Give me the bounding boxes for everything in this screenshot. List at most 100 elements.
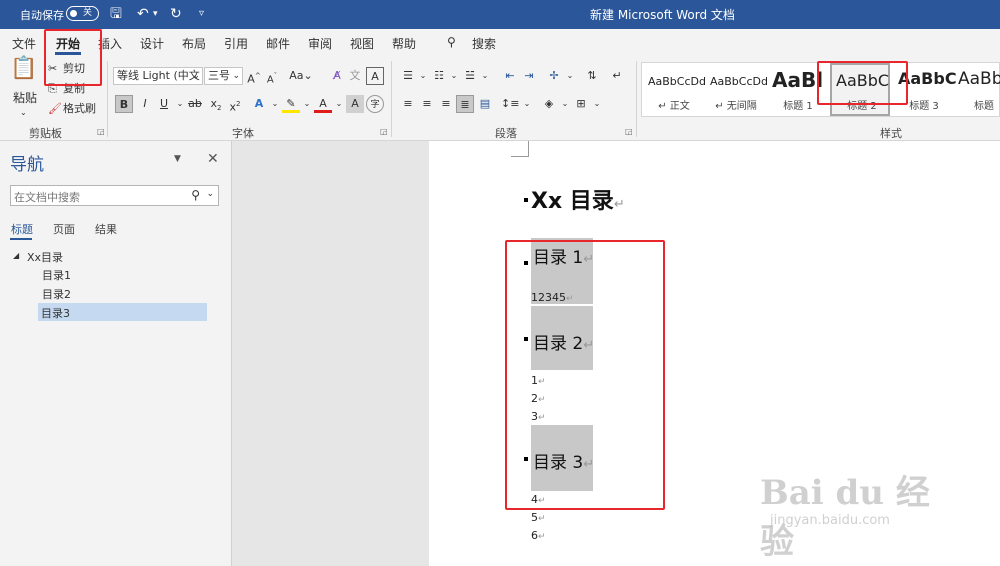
change-case-button[interactable]: Aa⌄ bbox=[289, 67, 313, 85]
document-title: 新建 Microsoft Word 文档 bbox=[590, 8, 735, 22]
heading-1[interactable]: Xx 目录↵ bbox=[531, 183, 625, 215]
chevron-down-icon[interactable]: ⌄ bbox=[206, 189, 214, 199]
body-line[interactable]: 5↵ bbox=[531, 511, 546, 524]
customize-toolbar-icon[interactable]: ▿ bbox=[199, 5, 204, 23]
nav-tab-headings[interactable]: 标题 bbox=[11, 221, 33, 237]
undo-icon[interactable]: ↶ bbox=[137, 5, 149, 23]
pane-options-icon[interactable]: ▼ bbox=[174, 154, 181, 164]
autosave-state: 关 bbox=[83, 8, 93, 18]
chinese-layout-dropdown-icon[interactable]: ⌄ bbox=[561, 67, 579, 85]
tell-me-search-icon[interactable]: ⚲ bbox=[447, 35, 456, 49]
heading-marker bbox=[524, 198, 528, 202]
chevron-down-icon: ⌄ bbox=[192, 71, 200, 81]
italic-icon[interactable]: I bbox=[136, 95, 154, 113]
paste-button[interactable]: 粘贴 bbox=[13, 90, 37, 106]
font-size-dropdown[interactable]: 三号 ⌄ bbox=[204, 67, 243, 85]
clipboard-launcher-icon[interactable]: ◲ bbox=[97, 127, 105, 136]
style-preview: AaBbCcDd bbox=[710, 75, 768, 88]
superscript-icon[interactable]: x2 bbox=[226, 95, 244, 114]
font-launcher-icon[interactable]: ◲ bbox=[380, 127, 388, 136]
tab-help[interactable]: 帮助 bbox=[392, 35, 416, 52]
navigation-search-input[interactable]: 在文档中搜索 ⚲ ⌄ bbox=[10, 185, 219, 206]
align-center-icon[interactable]: ≡ bbox=[418, 95, 436, 113]
shrink-font-icon[interactable]: Aˇ bbox=[263, 67, 281, 85]
nav-heading-item[interactable]: Xx目录 bbox=[27, 249, 63, 265]
enclose-characters-icon[interactable]: 字 bbox=[366, 95, 384, 113]
distributed-icon[interactable]: ▤ bbox=[476, 95, 494, 113]
character-border-icon[interactable]: A bbox=[366, 67, 384, 85]
nav-heading-item[interactable]: 目录2 bbox=[42, 286, 71, 302]
paragraph-launcher-icon[interactable]: ◲ bbox=[625, 127, 633, 136]
collapse-triangle-icon[interactable]: ◢ bbox=[13, 251, 19, 260]
align-right-icon[interactable]: ≡ bbox=[437, 95, 455, 113]
multilevel-list-dropdown-icon[interactable]: ⌄ bbox=[476, 67, 494, 85]
style-normal[interactable]: AaBbCcDd ↵ 正文 bbox=[644, 63, 706, 116]
style-preview: AaBbCcDd bbox=[648, 75, 706, 88]
tab-design[interactable]: 设计 bbox=[140, 35, 164, 52]
change-case-label: Aa bbox=[289, 69, 304, 82]
line-spacing-icon[interactable]: ↕≡ bbox=[501, 95, 519, 113]
show-marks-icon[interactable]: ↵ bbox=[608, 67, 626, 85]
navigation-pane: 导航 ▼ ✕ 在文档中搜索 ⚲ ⌄ 标题 页面 结果 ◢ Xx目录 目录1 目录… bbox=[0, 141, 232, 566]
clear-formatting-icon[interactable]: A̸ bbox=[328, 67, 346, 85]
styles-group-label: 样式 bbox=[880, 127, 902, 140]
group-separator bbox=[636, 61, 637, 137]
tab-file[interactable]: 文件 bbox=[12, 35, 36, 52]
style-preview: AaBb bbox=[958, 69, 1000, 89]
format-painter-icon[interactable]: 🖌 bbox=[48, 101, 62, 117]
nav-tab-pages[interactable]: 页面 bbox=[53, 221, 75, 237]
strikethrough-icon[interactable]: ab bbox=[186, 95, 204, 113]
format-painter-button[interactable]: 格式刷 bbox=[63, 101, 96, 117]
increase-indent-icon[interactable]: ⇥ bbox=[520, 67, 538, 85]
search-icon[interactable]: ⚲ bbox=[191, 188, 200, 202]
nav-tab-indicator bbox=[10, 238, 32, 240]
paste-dropdown-icon[interactable]: ⌄ bbox=[20, 105, 27, 121]
character-shading-icon[interactable]: A bbox=[346, 95, 364, 113]
toggle-knob bbox=[70, 10, 77, 17]
nav-tab-results[interactable]: 结果 bbox=[95, 221, 117, 237]
line-spacing-dropdown-icon[interactable]: ⌄ bbox=[518, 95, 536, 113]
ribbon-tabs: 文件 开始 插入 设计 布局 引用 邮件 审阅 视图 帮助 ⚲ 搜索 bbox=[0, 29, 1000, 55]
redo-icon[interactable]: ↻ bbox=[170, 5, 182, 23]
navigation-title: 导航 bbox=[10, 155, 44, 175]
paste-icon[interactable]: 📋 bbox=[10, 58, 37, 80]
borders-dropdown-icon[interactable]: ⌄ bbox=[588, 95, 606, 113]
tab-view[interactable]: 视图 bbox=[350, 35, 374, 52]
font-name-dropdown[interactable]: 等线 Light (中文 ⌄ bbox=[113, 67, 203, 85]
nav-heading-item[interactable]: 目录1 bbox=[42, 267, 71, 283]
font-group-label: 字体 bbox=[232, 127, 254, 140]
style-no-spacing[interactable]: AaBbCcDd ↵ 无间隔 bbox=[706, 63, 768, 116]
style-name: 标题 bbox=[974, 101, 994, 112]
sort-icon[interactable]: ⇅ bbox=[583, 67, 601, 85]
save-icon[interactable]: 🖫 bbox=[110, 5, 122, 23]
group-separator bbox=[391, 61, 392, 137]
style-title[interactable]: AaBb 标题 bbox=[954, 63, 1000, 116]
chevron-down-icon: ⌄ bbox=[232, 71, 240, 81]
undo-dropdown-icon[interactable]: ▾ bbox=[153, 5, 158, 23]
style-name: ↵ 无间隔 bbox=[715, 101, 757, 112]
annotation-box-heading2-style bbox=[817, 61, 908, 105]
search-placeholder: 在文档中搜索 bbox=[14, 191, 80, 204]
phonetic-guide-icon[interactable]: 文 bbox=[346, 67, 364, 85]
autosave-toggle[interactable]: 关 bbox=[66, 6, 99, 21]
watermark-url: jingyan.baidu.com bbox=[770, 513, 890, 528]
align-left-icon[interactable]: ≡ bbox=[399, 95, 417, 113]
bold-icon[interactable]: B bbox=[115, 95, 133, 113]
tab-references[interactable]: 引用 bbox=[224, 35, 248, 52]
document-background bbox=[233, 141, 429, 566]
group-separator bbox=[107, 61, 108, 137]
close-icon[interactable]: ✕ bbox=[207, 151, 219, 167]
justify-icon[interactable]: ≣ bbox=[456, 95, 474, 113]
annotation-box-headings bbox=[505, 240, 665, 510]
grow-font-icon[interactable]: A^ bbox=[245, 67, 263, 86]
autosave-label: 自动保存 bbox=[20, 9, 64, 22]
decrease-indent-icon[interactable]: ⇤ bbox=[501, 67, 519, 85]
nav-heading-item-selected[interactable]: 目录3 bbox=[38, 303, 207, 321]
tell-me-search[interactable]: 搜索 bbox=[472, 35, 496, 52]
page-corner-mark bbox=[511, 141, 529, 157]
tab-review[interactable]: 审阅 bbox=[308, 35, 332, 52]
body-line[interactable]: 6↵ bbox=[531, 529, 546, 542]
subscript-icon[interactable]: x2 bbox=[207, 95, 225, 113]
tab-layout[interactable]: 布局 bbox=[182, 35, 206, 52]
tab-mailings[interactable]: 邮件 bbox=[266, 35, 290, 52]
